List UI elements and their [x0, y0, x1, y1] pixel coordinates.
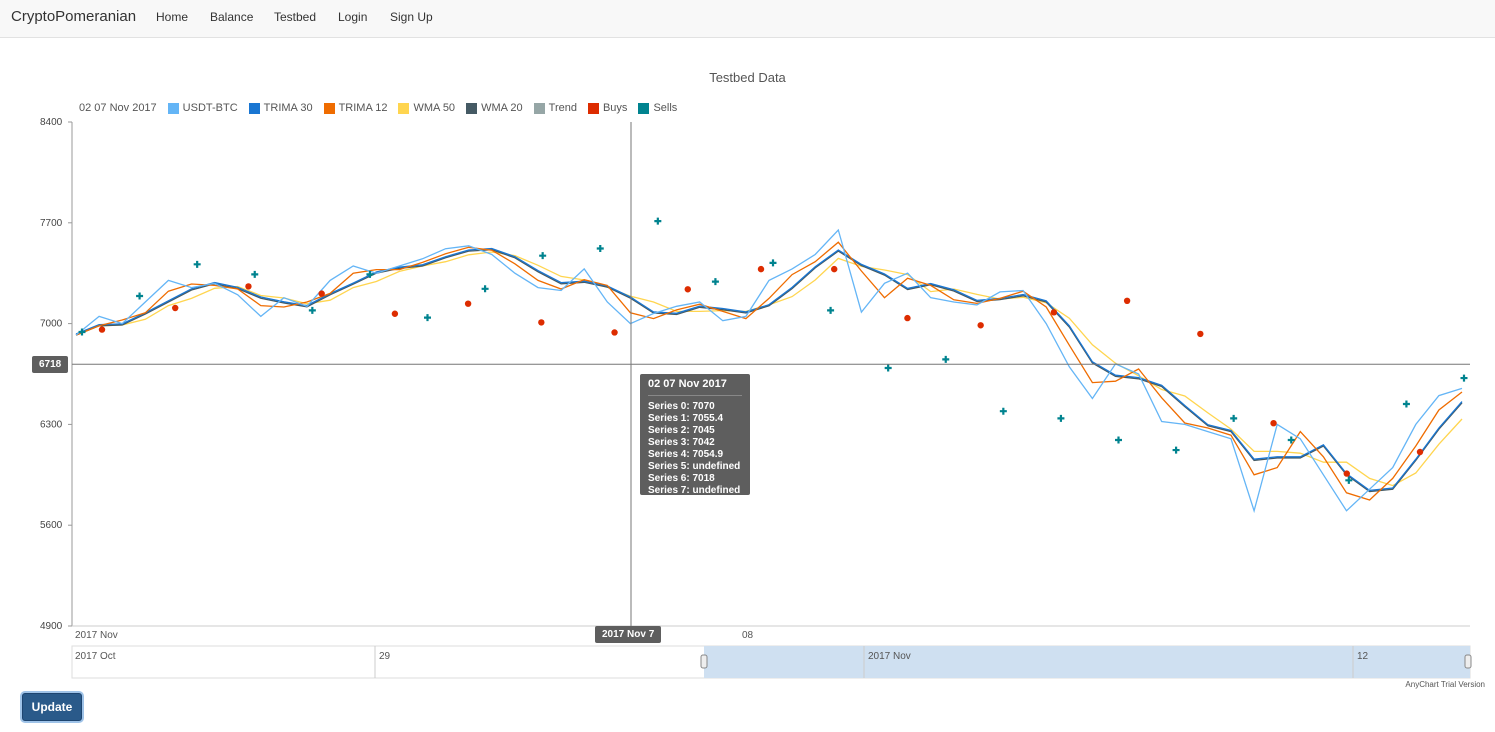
buy-marker: [1416, 448, 1424, 456]
brand-link[interactable]: CryptoPomeranian: [11, 8, 136, 25]
nav-signup[interactable]: Sign Up: [390, 10, 433, 24]
chart-plot[interactable]: 4900 5600 6300 7000 7700 8400 2017 Nov 08 2017 O…: [0, 38, 1495, 688]
buy-marker: [1343, 470, 1350, 477]
sell-marker: [308, 306, 316, 314]
sell-marker: [769, 259, 777, 267]
buy-marker: [391, 310, 399, 317]
x-tick-label: 2017 Nov: [75, 630, 118, 641]
scroller-handle[interactable]: [1464, 654, 1472, 669]
wma-20-line: [75, 249, 1463, 493]
navbar: CryptoPomeranian Home Balance Testbed Lo…: [0, 0, 1495, 38]
y-tick-label: 5600: [40, 520, 63, 531]
sell-marker: [136, 292, 144, 300]
tooltip-line: Series 0: 7070: [648, 401, 715, 412]
buy-marker: [611, 329, 618, 336]
sell-marker: [1115, 436, 1122, 444]
chart-container[interactable]: Testbed Data 02 07 Nov 2017 USDT-BTC TRI…: [0, 38, 1495, 688]
sell-marker: [884, 364, 892, 372]
sell-marker: [1057, 414, 1065, 422]
sell-marker: [999, 407, 1007, 415]
tooltip-title: 02 07 Nov 2017: [648, 378, 742, 396]
buy-marker: [538, 319, 545, 326]
buy-marker: [245, 283, 252, 290]
tooltip-line: Series 7: undefined: [648, 485, 741, 496]
sell-marker: [251, 270, 259, 278]
tooltip-line: Series 5: undefined: [648, 461, 741, 472]
crosshair-y-label: 6718: [32, 356, 69, 373]
y-tick-label: 8400: [40, 117, 63, 128]
chart-tooltip: 02 07 Nov 2017 Series 0: 7070 Series 1: …: [640, 374, 750, 496]
nav-login[interactable]: Login: [338, 10, 367, 24]
scroller-handle[interactable]: [700, 654, 708, 669]
sell-marker: [539, 252, 547, 260]
tooltip-line: Series 6: 7018: [648, 473, 715, 484]
buy-marker: [1270, 420, 1277, 427]
sell-marker: [481, 285, 489, 293]
sell-marker: [654, 217, 662, 225]
buy-marker: [1123, 297, 1131, 304]
sell-marker: [1402, 400, 1410, 408]
anychart-watermark[interactable]: AnyChart Trial Version: [1405, 680, 1485, 689]
sell-marker: [596, 244, 604, 252]
wma-50-line: [75, 251, 1463, 487]
crosshair-x-label: 2017 Nov 7: [595, 626, 662, 643]
y-tick-label: 6300: [40, 419, 63, 430]
y-tick-label: 7000: [40, 319, 63, 330]
scroller-selection: [704, 646, 1470, 678]
buy-marker: [1050, 309, 1058, 316]
nav-home[interactable]: Home: [156, 10, 188, 24]
y-tick-label: 7700: [40, 218, 63, 229]
sell-marker: [78, 328, 86, 336]
sell-marker: [711, 278, 719, 286]
buy-marker: [1197, 330, 1204, 338]
x-tick-label: 08: [742, 630, 754, 641]
tooltip-line: Series 3: 7042: [648, 437, 715, 448]
nav-balance[interactable]: Balance: [210, 10, 253, 24]
sell-marker: [942, 355, 950, 363]
buy-marker: [977, 322, 984, 329]
scroller-label: 29: [379, 651, 391, 662]
sell-marker: [1172, 446, 1180, 454]
trima-30-line: [75, 247, 1463, 492]
buy-marker: [904, 314, 911, 322]
scroller-label: 2017 Oct: [75, 651, 116, 662]
buy-marker: [318, 290, 325, 297]
sell-marker: [1230, 414, 1238, 422]
sell-marker: [1460, 374, 1468, 382]
sell-marker: [424, 314, 431, 322]
tooltip-line: Series 2: 7045: [648, 425, 715, 436]
sell-marker: [193, 260, 201, 268]
usdt-btc-line: [75, 228, 1463, 514]
tooltip-line: Series 4: 7054.9: [648, 449, 724, 460]
buy-marker: [98, 326, 106, 333]
y-tick-label: 4900: [40, 621, 63, 632]
buy-marker: [831, 265, 838, 273]
sell-marker: [827, 306, 835, 314]
buy-marker: [464, 300, 472, 307]
nav-testbed[interactable]: Testbed: [274, 10, 316, 24]
buy-marker: [172, 304, 179, 312]
buy-marker: [757, 265, 765, 273]
scroller-label: 12: [1357, 651, 1369, 662]
scroller-label: 2017 Nov: [868, 651, 911, 662]
buy-marker: [684, 286, 691, 293]
tooltip-line: Series 1: 7055.4: [648, 413, 724, 424]
update-button[interactable]: Update: [22, 693, 82, 721]
